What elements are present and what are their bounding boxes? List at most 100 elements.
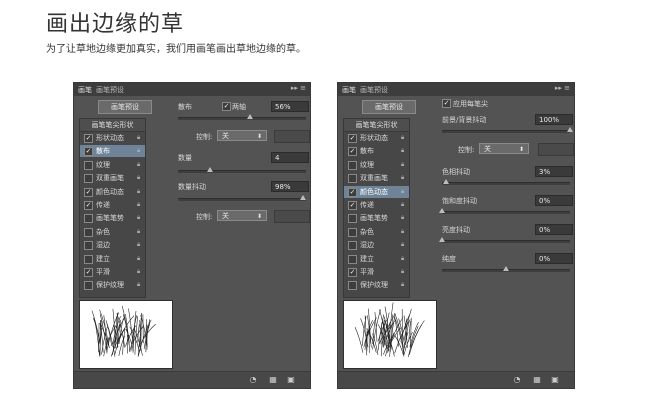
lock-icon[interactable]: 🔒︎ xyxy=(137,214,142,221)
panel-menu-icon[interactable]: ▸▸ ≡ xyxy=(555,84,570,92)
panel-menu-icon[interactable]: ▸▸ ≡ xyxy=(291,84,306,92)
lock-icon[interactable]: 🔒︎ xyxy=(401,228,406,235)
lock-icon[interactable]: 🔒︎ xyxy=(137,161,142,168)
brush-setting-item[interactable]: 画笔笔势 🔒︎ xyxy=(344,212,409,224)
setting-checkbox[interactable] xyxy=(84,254,93,264)
lock-icon[interactable]: 🔒︎ xyxy=(137,241,142,248)
both-axes-checkbox[interactable]: ✓ xyxy=(222,102,231,111)
setting-checkbox[interactable]: ✓ xyxy=(348,134,357,143)
brush-setting-item[interactable]: 双重画笔 🔒︎ xyxy=(80,172,145,184)
apply-per-tip-checkbox[interactable]: ✓ xyxy=(442,99,451,108)
brush-setting-item[interactable]: ✓ 散布 🔒︎ xyxy=(80,145,145,158)
brush-setting-item[interactable]: ✓ 散布 🔒︎ xyxy=(344,145,409,157)
setting-checkbox[interactable] xyxy=(84,281,93,291)
saturation-jitter-slider-thumb[interactable] xyxy=(439,208,445,213)
count-slider-thumb[interactable] xyxy=(207,167,213,172)
brush-setting-item[interactable]: ✓ 传递 🔒︎ xyxy=(80,199,145,211)
fg-bg-jitter-slider-thumb[interactable] xyxy=(567,127,573,132)
brush-setting-item[interactable]: ✓ 形状动态 🔒︎ xyxy=(344,132,409,144)
setting-checkbox[interactable] xyxy=(84,241,93,251)
count-control-select[interactable]: 关 ⬍ xyxy=(217,210,267,221)
new-brush-icon[interactable]: ▣ xyxy=(550,375,560,384)
lock-icon[interactable]: 🔒︎ xyxy=(137,201,142,208)
lock-icon[interactable]: 🔒︎ xyxy=(401,174,406,181)
setting-checkbox[interactable] xyxy=(84,227,93,237)
lock-icon[interactable]: 🔒︎ xyxy=(401,241,406,248)
brush-setting-item[interactable]: 双重画笔 🔒︎ xyxy=(344,172,409,184)
lock-icon[interactable]: 🔒︎ xyxy=(401,134,406,141)
brush-setting-item[interactable]: ✓ 颜色动态 🔒︎ xyxy=(80,186,145,198)
lock-icon[interactable]: 🔒︎ xyxy=(137,147,142,154)
setting-checkbox[interactable] xyxy=(348,281,357,291)
brush-setting-item[interactable]: 纹理 🔒︎ xyxy=(80,159,145,171)
purity-slider-thumb[interactable] xyxy=(503,266,509,271)
hue-jitter-slider[interactable] xyxy=(442,182,570,185)
setting-checkbox[interactable] xyxy=(348,214,357,224)
brush-setting-item[interactable]: 杂色 🔒︎ xyxy=(80,226,145,238)
setting-checkbox[interactable]: ✓ xyxy=(84,201,93,210)
setting-checkbox[interactable]: ✓ xyxy=(84,147,93,157)
saturation-jitter-slider[interactable] xyxy=(442,211,570,214)
setting-checkbox[interactable] xyxy=(348,174,357,184)
brush-tip-shape-item[interactable]: 画笔笔尖形状 xyxy=(344,119,409,132)
grid-icon[interactable]: ▦ xyxy=(268,375,278,384)
setting-checkbox[interactable] xyxy=(84,160,93,170)
setting-checkbox[interactable]: ✓ xyxy=(84,134,93,143)
brush-setting-item[interactable]: ✓ 颜色动态 🔒︎ xyxy=(344,185,409,198)
setting-checkbox[interactable]: ✓ xyxy=(348,268,357,277)
count-jitter-slider-thumb[interactable] xyxy=(300,195,307,200)
brush-setting-item[interactable]: 纹理 🔒︎ xyxy=(344,159,409,171)
tab-brush[interactable]: 画笔 xyxy=(78,85,92,95)
brush-setting-item[interactable]: 建立 🔒︎ xyxy=(80,253,145,265)
lock-icon[interactable]: 🔒︎ xyxy=(401,161,406,168)
new-brush-icon[interactable]: ▣ xyxy=(286,375,296,384)
brush-setting-item[interactable]: ✓ 传递 🔒︎ xyxy=(344,199,409,211)
brush-setting-item[interactable]: ✓ 形状动态 🔒︎ xyxy=(80,132,145,144)
brush-setting-item[interactable]: 建立 🔒︎ xyxy=(344,253,409,265)
setting-checkbox[interactable] xyxy=(348,241,357,251)
count-jitter-slider[interactable] xyxy=(178,198,306,201)
saturation-jitter-field[interactable]: 0% xyxy=(535,195,573,206)
brush-setting-item[interactable]: 湿边 🔒︎ xyxy=(80,239,145,251)
hue-jitter-slider-thumb[interactable] xyxy=(442,179,449,184)
brush-setting-item[interactable]: 保护纹理 🔒︎ xyxy=(344,279,409,291)
setting-checkbox[interactable]: ✓ xyxy=(348,147,357,157)
setting-checkbox[interactable]: ✓ xyxy=(348,201,357,210)
brightness-jitter-field[interactable]: 0% xyxy=(535,224,573,235)
setting-checkbox[interactable]: ✓ xyxy=(84,187,93,197)
control-select[interactable]: 关 ⬍ xyxy=(479,143,529,154)
brightness-jitter-slider[interactable] xyxy=(442,240,570,243)
lock-icon[interactable]: 🔒︎ xyxy=(137,228,142,235)
lock-icon[interactable]: 🔒︎ xyxy=(401,147,406,154)
count-slider[interactable] xyxy=(178,170,306,173)
brush-setting-item[interactable]: ✓ 平滑 🔒︎ xyxy=(344,266,409,278)
brush-setting-item[interactable]: ✓ 平滑 🔒︎ xyxy=(80,266,145,278)
lock-icon[interactable]: 🔒︎ xyxy=(137,255,142,262)
brightness-jitter-slider-thumb[interactable] xyxy=(439,237,445,242)
lock-icon[interactable]: 🔒︎ xyxy=(137,134,142,141)
brush-tip-shape-item[interactable]: 画笔笔尖形状 xyxy=(80,119,145,132)
lock-icon[interactable]: 🔒︎ xyxy=(137,174,142,181)
setting-checkbox[interactable] xyxy=(348,254,357,264)
lock-icon[interactable]: 🔒︎ xyxy=(401,268,406,275)
lock-icon[interactable]: 🔒︎ xyxy=(137,268,142,275)
brush-setting-item[interactable]: 湿边 🔒︎ xyxy=(344,239,409,251)
tab-brush[interactable]: 画笔 xyxy=(342,85,356,95)
lock-icon[interactable]: 🔒︎ xyxy=(401,255,406,262)
lock-icon[interactable]: 🔒︎ xyxy=(401,214,406,221)
count-value-field[interactable]: 4 xyxy=(271,152,309,163)
hue-jitter-field[interactable]: 3% xyxy=(535,166,573,177)
scatter-control-select[interactable]: 关 ⬍ xyxy=(217,130,267,141)
lock-icon[interactable]: 🔒︎ xyxy=(401,201,406,208)
brush-setting-item[interactable]: 保护纹理 🔒︎ xyxy=(80,279,145,291)
lock-icon[interactable]: 🔒︎ xyxy=(401,281,406,288)
lock-icon[interactable]: 🔒︎ xyxy=(137,281,142,288)
toggle-preview-icon[interactable]: ◔ xyxy=(248,375,258,384)
brush-setting-item[interactable]: 画笔笔势 🔒︎ xyxy=(80,212,145,224)
brush-presets-button[interactable]: 画笔预设 xyxy=(362,100,416,114)
lock-icon[interactable]: 🔒︎ xyxy=(401,188,406,195)
brush-setting-item[interactable]: 杂色 🔒︎ xyxy=(344,226,409,238)
fg-bg-jitter-slider[interactable] xyxy=(442,130,570,133)
scatter-value-field[interactable]: 56% xyxy=(271,101,309,112)
brush-presets-button[interactable]: 画笔预设 xyxy=(98,100,152,114)
